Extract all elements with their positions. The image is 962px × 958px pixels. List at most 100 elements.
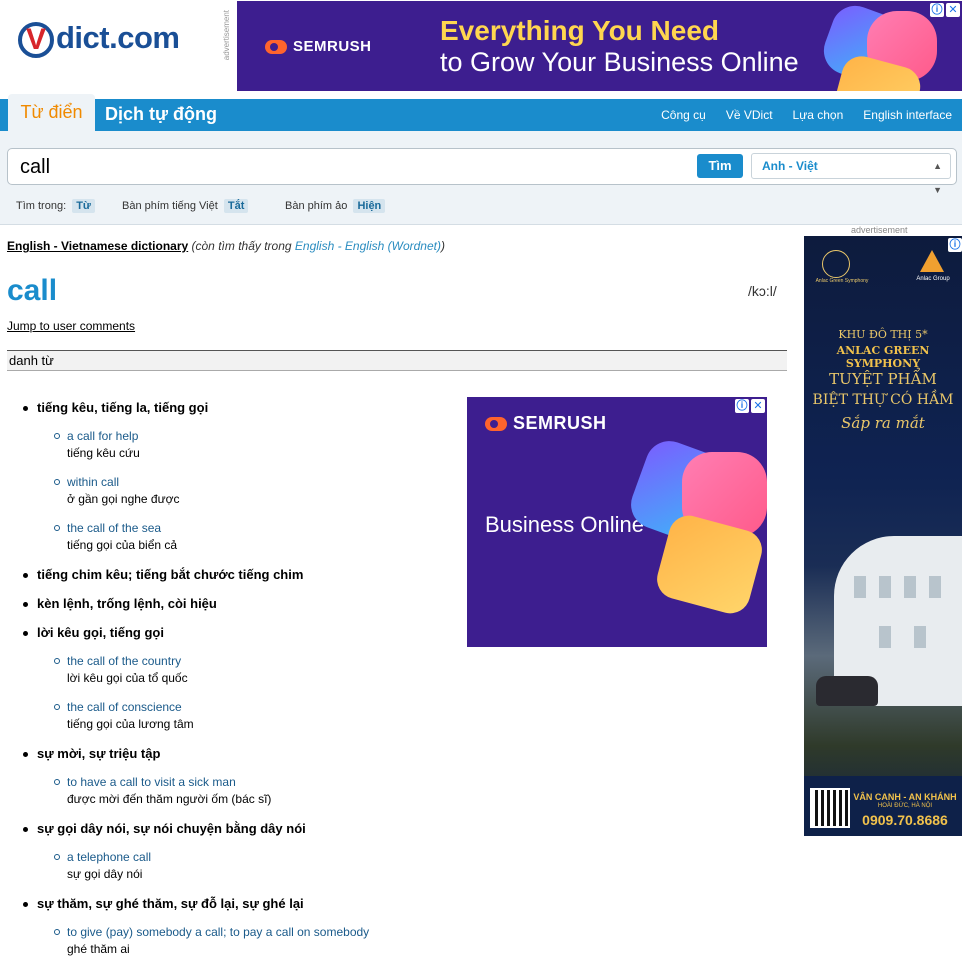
option-search-in-value[interactable]: Từ bbox=[72, 199, 95, 213]
ad-sublocation: HOÀI ĐỨC, HÀ NỘI bbox=[877, 803, 933, 809]
option-label: Bàn phím ảo bbox=[285, 200, 348, 212]
select-arrows-icon: ▲ ▼ bbox=[933, 161, 942, 195]
option-virtual-keyboard-value[interactable]: Hiện bbox=[353, 199, 386, 213]
option-virtual-keyboard: Bàn phím ảo Hiện bbox=[285, 199, 386, 213]
example-item: a call for help tiếng kêu cứu bbox=[54, 428, 140, 462]
ad-line-4: BIỆT THỰ CÓ HẦM bbox=[812, 392, 954, 408]
search-box: Tìm Anh - Việt ▲▼ bbox=[7, 148, 957, 195]
example-vi: được mời đến thăm người ốm (bác sĩ) bbox=[67, 792, 272, 806]
villa-window bbox=[904, 576, 916, 598]
example-vi: sự gọi dây nói bbox=[67, 867, 143, 881]
example-en[interactable]: within call bbox=[67, 474, 180, 491]
nav-links: Công cụ Về VDict Lựa chọn English interf… bbox=[661, 99, 952, 131]
ad-line-1: KHU ĐÔ THỊ 5* bbox=[838, 328, 928, 341]
villa-window bbox=[879, 576, 891, 598]
villa-window bbox=[914, 626, 926, 648]
anlac-group-logo-icon bbox=[920, 250, 944, 272]
ad-info-icon[interactable]: ⓘ bbox=[930, 3, 944, 17]
example-item: within call ở gần gọi nghe được bbox=[54, 474, 180, 508]
ad-line-3: TUYỆT PHẨM bbox=[829, 370, 937, 388]
right-sidebar-ad[interactable]: Anlac Green Symphony Anlac Group KHU ĐÔ … bbox=[804, 236, 962, 836]
sense-item: sự thăm, sự ghé thăm, sự đỗ lại, sự ghé … bbox=[23, 896, 304, 911]
villa-window bbox=[854, 576, 866, 598]
top-banner-ad[interactable]: SEMRUSH Everything You Need to Grow Your… bbox=[237, 1, 962, 91]
example-vi: ở gần gọi nghe được bbox=[67, 492, 180, 506]
nav-link-about[interactable]: Về VDict bbox=[726, 108, 773, 122]
anlac-symphony-logo-icon bbox=[822, 250, 850, 278]
example-item: to give (pay) somebody a call; to pay a … bbox=[53, 924, 369, 958]
ad-brand: SEMRUSH bbox=[513, 413, 607, 433]
also-found-prefix: (còn tìm thấy trong bbox=[191, 239, 295, 253]
inline-ad[interactable]: SEMRUSH Business Online ⓘ ✕ bbox=[467, 397, 767, 647]
sense-item: sự gọi dây nói, sự nói chuyện bằng dây n… bbox=[23, 821, 306, 836]
example-vi: ghé thăm ai bbox=[67, 942, 130, 956]
option-search-in: Tìm trong: Từ bbox=[16, 199, 95, 213]
example-en[interactable]: the call of the country bbox=[67, 653, 188, 670]
option-vn-keyboard: Bàn phím tiếng Việt Tắt bbox=[122, 199, 249, 213]
ad-choices[interactable]: ⓘ ✕ bbox=[735, 399, 765, 413]
example-en[interactable]: the call of conscience bbox=[67, 699, 194, 716]
option-label: Bàn phím tiếng Việt bbox=[122, 200, 218, 212]
sense-item: sự mời, sự triệu tập bbox=[22, 746, 161, 761]
sense-item: kèn lệnh, trống lệnh, còi hiệu bbox=[23, 596, 217, 611]
example-en[interactable]: to have a call to visit a sick man bbox=[67, 774, 271, 791]
example-item: the call of the sea tiếng gọi của biển c… bbox=[53, 520, 178, 554]
logo-v-mark: V bbox=[18, 22, 54, 58]
logo-text: dict.com bbox=[56, 20, 180, 55]
search-button[interactable]: Tìm bbox=[697, 154, 743, 178]
ad-brand: SEMRUSH bbox=[293, 38, 372, 55]
qr-code-icon bbox=[810, 788, 850, 828]
nav-link-options[interactable]: Lựa chọn bbox=[793, 108, 844, 122]
ad-info-icon[interactable]: ⓘ bbox=[735, 399, 749, 413]
also-found-suffix: ) bbox=[440, 239, 445, 253]
pronunciation: /kɔ:l/ bbox=[748, 283, 777, 299]
wordnet-link[interactable]: English - English (Wordnet) bbox=[295, 239, 441, 253]
dictionary-link[interactable]: English - Vietnamese dictionary bbox=[7, 239, 188, 253]
search-input[interactable] bbox=[18, 153, 622, 182]
tab-dictionary[interactable]: Từ điển bbox=[8, 94, 95, 131]
villa-window bbox=[929, 576, 941, 598]
ad-line-2: ANLAC GREEN SYMPHONY bbox=[836, 344, 930, 370]
example-vi: tiếng kêu cứu bbox=[67, 446, 140, 460]
semrush-logo: SEMRUSH bbox=[485, 413, 607, 434]
nav-link-english-interface[interactable]: English interface bbox=[863, 108, 952, 122]
vdict-logo[interactable]: V dict.com bbox=[18, 20, 198, 64]
ad-info-icon[interactable]: ⓘ bbox=[948, 238, 962, 252]
language-select-value: Anh - Việt bbox=[762, 159, 818, 173]
ad-headline-2: to Grow Your Business Online bbox=[440, 47, 799, 77]
ad-headline-1: Everything You Need bbox=[440, 15, 720, 46]
example-en[interactable]: to give (pay) somebody a call; to pay a … bbox=[67, 924, 369, 941]
also-found-in: (còn tìm thấy trong English - English (W… bbox=[192, 239, 445, 253]
ad-close-icon[interactable]: ✕ bbox=[946, 3, 960, 17]
ad-brand-2: Anlac Group bbox=[916, 276, 950, 282]
ad-choices[interactable]: ⓘ bbox=[948, 238, 962, 252]
sense-item: lời kêu gọi, tiếng gọi bbox=[23, 625, 164, 640]
headword: call bbox=[7, 274, 58, 307]
jump-to-comments-link[interactable]: Jump to user comments bbox=[7, 319, 135, 333]
example-en[interactable]: a telephone call bbox=[67, 849, 151, 866]
example-item: the call of the country lời kêu gọi của … bbox=[54, 653, 188, 687]
example-item: to have a call to visit a sick man được … bbox=[53, 774, 272, 808]
ad-text: Business Online bbox=[485, 512, 644, 537]
ad-brand-1: Anlac Green Symphony bbox=[815, 278, 869, 284]
ad-line-5: Sắp ra mắt bbox=[841, 414, 925, 432]
villa-window bbox=[879, 626, 891, 648]
example-vi: tiếng gọi của lương tâm bbox=[67, 717, 194, 731]
example-en[interactable]: a call for help bbox=[67, 428, 140, 445]
ad-close-icon[interactable]: ✕ bbox=[751, 399, 765, 413]
car-image bbox=[816, 676, 878, 706]
language-select[interactable]: Anh - Việt ▲ ▼ bbox=[751, 153, 951, 195]
example-vi: tiếng gọi của biển cả bbox=[67, 538, 178, 552]
ad-choices[interactable]: ⓘ ✕ bbox=[930, 3, 960, 17]
ad-label: advertisement bbox=[851, 225, 908, 235]
example-en[interactable]: the call of the sea bbox=[67, 520, 177, 537]
dictionary-source: English - Vietnamese dictionary (còn tìm… bbox=[7, 239, 445, 253]
tab-auto-translate[interactable]: Dịch tự động bbox=[105, 99, 217, 131]
part-of-speech: danh từ bbox=[7, 350, 787, 371]
example-item: the call of conscience tiếng gọi của lươ… bbox=[54, 699, 194, 733]
option-label: Tìm trong: bbox=[16, 200, 67, 212]
example-vi: lời kêu gọi của tổ quốc bbox=[67, 671, 188, 685]
option-vn-keyboard-value[interactable]: Tắt bbox=[223, 199, 249, 213]
nav-link-tools[interactable]: Công cụ bbox=[661, 108, 706, 122]
sense-item: tiếng kêu, tiếng la, tiếng gọi bbox=[22, 400, 209, 415]
